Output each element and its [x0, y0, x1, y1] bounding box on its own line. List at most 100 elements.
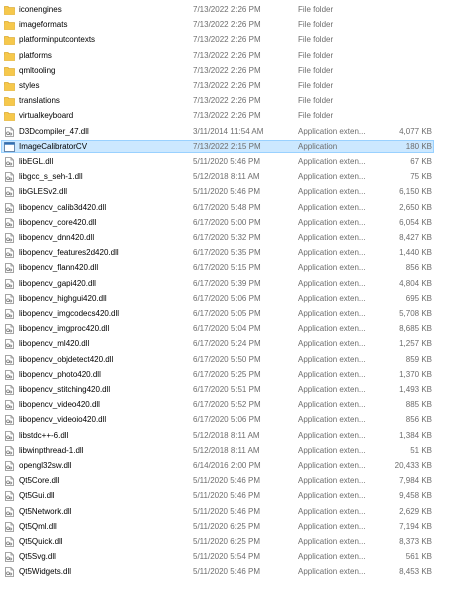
dll-file-icon	[4, 157, 15, 167]
file-row[interactable]: D3Dcompiler_47.dll 3/11/2014 11:54 AM Appl…	[0, 125, 474, 139]
file-name: libwinpthread-1.dll	[19, 445, 84, 455]
file-size: 1,257 KB	[399, 339, 432, 349]
file-type: Application exten...	[298, 521, 366, 531]
file-row[interactable]: libopencv_gapi420.dll 6/17/2020 5:39 PM Ap…	[0, 277, 474, 291]
file-size: 1,384 KB	[399, 430, 432, 440]
file-row[interactable]: Qt5Quick.dll 5/11/2020 6:25 PM Application…	[0, 535, 474, 549]
file-name: libopencv_dnn420.dll	[19, 233, 95, 242]
file-date-modified: 6/17/2020 5:04 PM	[193, 324, 261, 334]
file-name: libEGL.dll	[19, 157, 54, 166]
file-date-modified: 7/13/2022 2:26 PM	[193, 81, 261, 90]
file-name: libopencv_stitching420.dll	[19, 385, 111, 394]
file-row[interactable]: Qt5Widgets.dll 5/11/2020 5:46 PM Applicati…	[0, 565, 474, 579]
file-size: 885 KB	[405, 400, 432, 410]
file-row[interactable]: libopencv_imgcodecs420.dll 6/17/2020 5:05…	[0, 307, 474, 321]
file-type: Application exten...	[298, 430, 366, 440]
file-name: libopencv_highgui420.dll	[19, 293, 107, 303]
file-size: 75 KB	[410, 172, 432, 182]
file-row[interactable]: imageformats 7/13/2022 2:26 PM File folder	[0, 18, 474, 32]
file-row-selected[interactable]: ImageCalibratorCV 7/13/2022 2:15 PM Applic…	[0, 139, 474, 154]
file-size: 859 KB	[405, 354, 432, 364]
file-row[interactable]: libopencv_flann420.dll 6/17/2020 5:15 PM A…	[0, 261, 474, 275]
file-date-modified: 5/11/2020 5:46 PM	[193, 567, 261, 577]
file-row[interactable]: translations 7/13/2022 2:26 PM File folder	[0, 94, 474, 108]
file-row[interactable]: libopencv_ml420.dll 6/17/2020 5:24 PM Appl…	[0, 337, 474, 351]
file-date-modified: 6/17/2020 5:05 PM	[193, 309, 261, 318]
file-row[interactable]: libopencv_video420.dll 6/17/2020 5:52 PM A…	[0, 398, 474, 412]
file-name: imageformats	[19, 20, 68, 30]
dll-file-icon	[4, 354, 15, 365]
file-type: Application exten...	[298, 126, 366, 136]
dll-file-icon	[4, 248, 15, 259]
dll-file-icon	[4, 552, 15, 563]
file-name: libopencv_objdetect420.dll	[19, 354, 114, 364]
file-date-modified: 6/17/2020 5:25 PM	[193, 369, 261, 379]
folder-icon	[4, 81, 15, 91]
file-type: Application exten...	[298, 461, 366, 470]
file-row[interactable]: Qt5Svg.dll 5/11/2020 5:54 PM Application e…	[0, 550, 474, 564]
file-row[interactable]: iconengines 7/13/2022 2:26 PM File folder	[0, 3, 474, 17]
dll-file-icon	[4, 126, 15, 137]
file-row[interactable]: opengl32sw.dll 6/14/2016 2:00 PM Applicati…	[0, 459, 474, 473]
file-type: File folder	[298, 50, 334, 60]
file-type: Application exten...	[298, 491, 366, 501]
file-type: Application exten...	[298, 157, 366, 166]
dll-file-icon	[4, 172, 15, 183]
file-row[interactable]: libopencv_calib3d420.dll 6/17/2020 5:48 P…	[0, 201, 474, 215]
file-date-modified: 6/17/2020 5:00 PM	[193, 217, 261, 227]
dll-file-icon	[4, 491, 15, 502]
file-date-modified: 5/11/2020 5:46 PM	[193, 506, 261, 516]
file-date-modified: 6/17/2020 5:35 PM	[193, 248, 261, 258]
file-date-modified: 5/11/2020 5:46 PM	[193, 476, 261, 486]
file-type: File folder	[298, 111, 334, 121]
file-row[interactable]: libopencv_dnn420.dll 6/17/2020 5:32 PM App…	[0, 231, 474, 245]
file-row[interactable]: libGLESv2.dll 5/11/2020 5:46 PM Applicatio…	[0, 185, 474, 199]
file-type: Application exten...	[298, 552, 366, 562]
file-type: Application exten...	[298, 476, 366, 486]
file-row[interactable]: styles 7/13/2022 2:26 PM File folder	[0, 79, 474, 93]
file-row[interactable]: libwinpthread-1.dll 5/12/2018 8:11 AM Appl…	[0, 444, 474, 458]
file-date-modified: 6/17/2020 5:39 PM	[193, 278, 261, 288]
dll-file-icon	[4, 187, 15, 198]
file-row[interactable]: libEGL.dll 5/11/2020 5:46 PM Application e…	[0, 155, 474, 169]
file-row[interactable]: libopencv_imgproc420.dll 6/17/2020 5:04 P…	[0, 322, 474, 336]
dll-file-icon	[4, 263, 15, 274]
file-name: libopencv_calib3d420.dll	[19, 202, 107, 212]
file-size: 2,650 KB	[399, 202, 432, 212]
file-type: Application	[298, 141, 338, 151]
file-date-modified: 6/14/2016 2:00 PM	[193, 461, 261, 470]
file-row[interactable]: Qt5Qml.dll 5/11/2020 6:25 PM Application e…	[0, 520, 474, 534]
dll-file-icon	[4, 476, 15, 487]
file-row[interactable]: libgcc_s_seh-1.dll 5/12/2018 8:11 AM Appli…	[0, 170, 474, 184]
file-size: 1,370 KB	[399, 369, 432, 379]
file-type: File folder	[298, 5, 334, 14]
file-row[interactable]: libopencv_core420.dll 6/17/2020 5:00 PM Ap…	[0, 216, 474, 230]
file-row[interactable]: Qt5Gui.dll 5/11/2020 5:46 PM Application e…	[0, 489, 474, 503]
file-size: 7,984 KB	[399, 476, 432, 486]
file-row[interactable]: qmltooling 7/13/2022 2:26 PM File folder	[0, 64, 474, 78]
file-row[interactable]: virtualkeyboard 7/13/2022 2:26 PM File fol…	[0, 109, 474, 123]
file-row[interactable]: libopencv_photo420.dll 6/17/2020 5:25 PM A…	[0, 368, 474, 382]
file-row[interactable]: libopencv_highgui420.dll 6/17/2020 5:06 P…	[0, 292, 474, 306]
folder-icon	[4, 66, 15, 76]
file-row[interactable]: Qt5Core.dll 5/11/2020 5:46 PM Application …	[0, 474, 474, 488]
file-date-modified: 7/13/2022 2:26 PM	[193, 111, 261, 121]
file-type: Application exten...	[298, 324, 366, 334]
file-name: opengl32sw.dll	[19, 461, 72, 470]
file-date-modified: 5/11/2020 5:54 PM	[193, 552, 261, 562]
file-size: 2,629 KB	[399, 506, 432, 516]
file-row[interactable]: libopencv_stitching420.dll 6/17/2020 5:51…	[0, 383, 474, 397]
file-size: 7,194 KB	[399, 521, 432, 531]
file-type: Application exten...	[298, 339, 366, 349]
file-row[interactable]: libopencv_features2d420.dll 6/17/2020 5:3…	[0, 246, 474, 260]
file-name: styles	[19, 81, 40, 90]
file-row[interactable]: libopencv_objdetect420.dll 6/17/2020 5:50…	[0, 353, 474, 367]
file-date-modified: 5/12/2018 8:11 AM	[193, 430, 260, 440]
file-name: libopencv_features2d420.dll	[19, 248, 119, 258]
file-row[interactable]: Qt5Network.dll 5/11/2020 5:46 PM Applicati…	[0, 505, 474, 519]
file-row[interactable]: platforminputcontexts 7/13/2022 2:26 PM Fi…	[0, 33, 474, 47]
file-row[interactable]: platforms 7/13/2022 2:26 PM File folder	[0, 49, 474, 63]
file-row[interactable]: libopencv_videoio420.dll 6/17/2020 5:06 P…	[0, 413, 474, 427]
file-type: File folder	[298, 65, 334, 75]
file-row[interactable]: libstdc++-6.dll 5/12/2018 8:11 AM Applicat…	[0, 429, 474, 443]
